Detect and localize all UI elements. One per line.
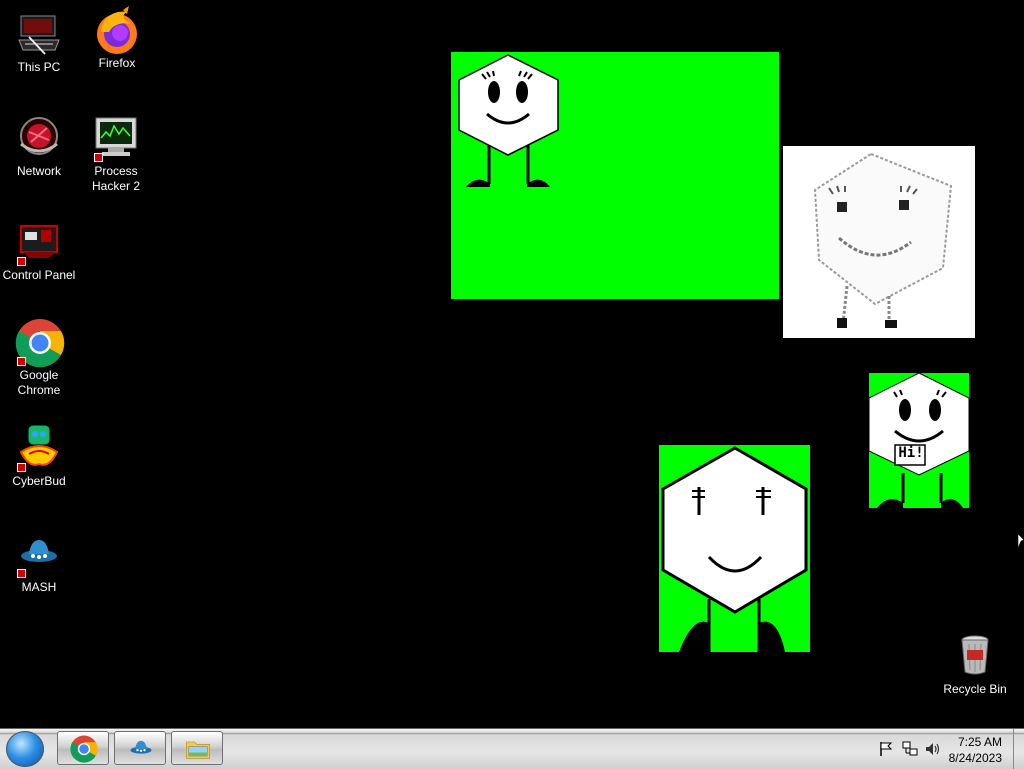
sketch-character-image [813, 152, 953, 328]
system-tray: 7:25 AM 8/24/2023 [864, 729, 1024, 769]
clock-time[interactable]: 7:25 AM [922, 735, 1002, 749]
computer-icon [15, 10, 63, 58]
show-desktop-button[interactable] [1013, 729, 1024, 769]
desktop-icon-process-hacker[interactable]: Process Hacker 2 [78, 114, 154, 194]
start-button[interactable] [6, 731, 44, 767]
network-icon [15, 114, 63, 162]
desktop-icon-label: Process [94, 164, 138, 178]
clock-date[interactable]: 8/24/2023 [922, 751, 1002, 765]
desktop-icon-cyberbud[interactable]: CyberBud [1, 424, 77, 489]
cyberbud-icon [15, 424, 63, 472]
hi-character-image [869, 373, 969, 508]
taskbar-file-explorer-button[interactable] [171, 731, 223, 765]
taskbar-chrome-button[interactable] [57, 731, 109, 765]
control-panel-icon [15, 218, 63, 266]
desktop-icon-mash[interactable]: MASH [1, 530, 77, 595]
recycle-bin-icon [951, 632, 999, 680]
desktop-icon-this-pc[interactable]: This PC [1, 10, 77, 75]
desktop-icon-label: Hacker 2 [91, 179, 141, 193]
network-icon[interactable] [902, 741, 918, 757]
desktop-icon-label: Chrome [17, 383, 61, 397]
desktop-icon-label: Recycle Bin [943, 682, 1007, 696]
image-window-large-character[interactable] [659, 445, 810, 652]
process-hacker-icon [92, 114, 140, 162]
desktop-icon-firefox[interactable]: Firefox [79, 6, 155, 71]
character-greeting: Hi! [898, 445, 924, 461]
desktop-icon-label: Firefox [98, 56, 136, 70]
image-window-sketch-character[interactable] [783, 146, 975, 338]
desktop-icon-network[interactable]: Network [1, 114, 77, 179]
firefox-icon [93, 6, 141, 54]
image-window-green-character[interactable] [451, 52, 779, 299]
desktop-icon-label: MASH [21, 580, 57, 594]
mash-icon [15, 530, 63, 578]
desktop-icon-label: CyberBud [12, 474, 66, 488]
mash-icon [130, 740, 152, 754]
file-explorer-icon [186, 741, 210, 759]
taskbar-mash-button[interactable] [114, 731, 166, 765]
mouse-cursor-icon [1018, 534, 1024, 548]
desktop-icon-label: Google [19, 368, 59, 382]
large-character-image [661, 446, 808, 652]
desktop-icon-recycle-bin[interactable]: Recycle Bin [937, 632, 1013, 697]
action-center-flag-icon[interactable] [878, 741, 894, 757]
desktop-icon-control-panel[interactable]: Control Panel [1, 218, 77, 283]
taskbar: 7:25 AM 8/24/2023 [0, 728, 1024, 769]
desktop-icon-label: Network [16, 164, 61, 178]
desktop-icon-label: This PC [17, 60, 61, 74]
desktop-icon-label: Control Panel [2, 268, 76, 282]
image-window-hi-character[interactable]: Hi! [869, 373, 969, 508]
hexagon-character-image [458, 54, 559, 187]
chrome-icon [70, 735, 98, 763]
chrome-icon [15, 318, 65, 368]
desktop-icon-google-chrome[interactable]: Google Chrome [1, 318, 77, 398]
